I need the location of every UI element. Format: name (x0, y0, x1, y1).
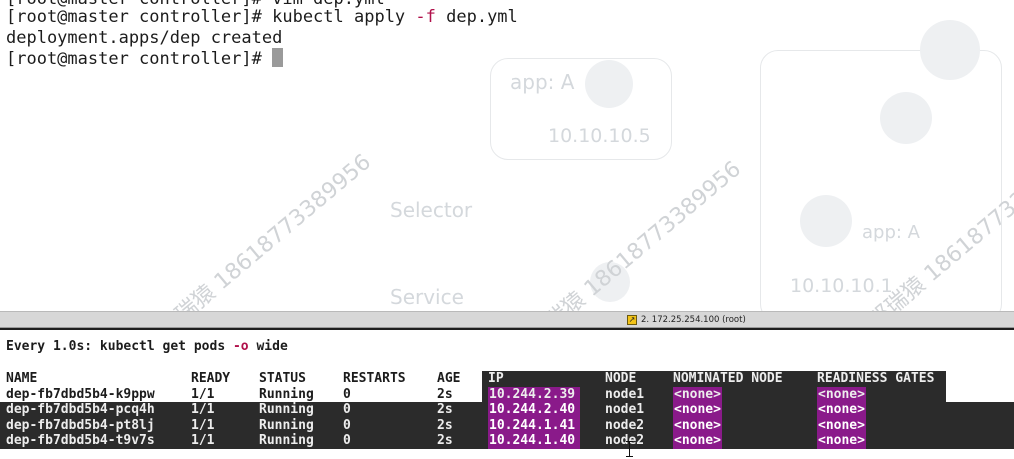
pod-nominated-node: <none> (673, 386, 722, 403)
table-header: NAME READY STATUS RESTARTS AGE IP NODE N… (0, 371, 1014, 387)
pod-name: dep-fb7dbd5b4-k9ppw (6, 386, 155, 402)
pod-ip: 10.244.2.39 (488, 386, 580, 403)
watch-flag: -o (232, 339, 249, 354)
pod-node: node1 (605, 402, 645, 418)
terminal-line-output: deployment.apps/dep created (6, 28, 283, 48)
prompt: [root@master controller]# (6, 7, 273, 27)
prompt: [root@master controller]# (6, 49, 273, 69)
session-tab[interactable]: ↗ 2. 172.25.254.100 (root) (627, 312, 746, 327)
terminal-line-apply: [root@master controller]# kubectl apply … (6, 6, 518, 28)
pod-ip: 10.244.1.40 (488, 433, 580, 449)
pod-readiness-gates: <none> (817, 433, 866, 449)
bg-label-service: Service (390, 285, 464, 309)
pod-age: 2s (437, 417, 453, 433)
watch-header: Every 1.0s: kubectl get pods -o wide (6, 339, 288, 354)
background-pod-icon (585, 60, 633, 108)
column-header-ip: IP (488, 371, 504, 386)
pod-node: node1 (605, 386, 645, 402)
pod-restarts: 0 (343, 433, 351, 449)
column-header-readiness-gates: READINESS GATES (817, 371, 935, 386)
pods-table: NAME READY STATUS RESTARTS AGE IP NODE N… (0, 371, 1014, 449)
pod-restarts: 0 (343, 386, 351, 402)
column-header-name: NAME (6, 371, 38, 386)
pod-readiness-gates: <none> (817, 417, 866, 434)
background-diagram-frame (760, 50, 1002, 311)
table-row: dep-fb7dbd5b4-pt8lj 1/1 Running 0 2s 10.… (0, 417, 1014, 434)
pod-ready: 1/1 (191, 433, 215, 449)
pod-readiness-gates: <none> (817, 386, 866, 403)
bg-label-app-a: app: A (510, 70, 575, 94)
command: kubectl apply (272, 7, 416, 27)
background-k8s-icon (920, 20, 980, 80)
session-label: 2. 172.25.254.100 (root) (641, 314, 746, 325)
pod-status: Running (259, 386, 314, 402)
terminal-line-prompt[interactable]: [root@master controller]# (6, 48, 284, 70)
pod-nominated-node: <none> (673, 402, 722, 418)
watermark-2: 邓瑞猿 18618773389956 (523, 156, 746, 311)
command-flag: -f (415, 7, 436, 27)
background-pod-icon-2 (800, 195, 852, 247)
column-header-ready: READY (191, 371, 231, 386)
pod-nominated-node: <none> (673, 417, 722, 434)
pod-restarts: 0 (343, 402, 351, 418)
pod-name: dep-fb7dbd5b4-pcq4h (6, 402, 155, 418)
pod-status: Running (259, 402, 314, 418)
terminal-session-icon: ↗ (627, 314, 637, 325)
column-header-status: STATUS (259, 371, 306, 386)
command-arg: dep.yml (435, 7, 518, 27)
pod-readiness-gates: <none> (817, 402, 866, 418)
watch-command: Every 1.0s: kubectl get pods (6, 339, 233, 354)
pod-status: Running (259, 417, 314, 433)
status-bar: ↗ 2. 172.25.254.100 (root) (0, 311, 1014, 328)
pod-age: 2s (437, 386, 453, 402)
pod-ready: 1/1 (191, 402, 215, 418)
background-service-icon (880, 92, 932, 144)
table-row: dep-fb7dbd5b4-k9ppw 1/1 Running 0 2s 10.… (0, 386, 1014, 403)
bg-label-ip-5: 10.10.10.5 (548, 125, 651, 147)
bg-label-app-a-2: app: A (862, 222, 920, 243)
terminal-window: app: A 10.10.10.5 Selector Service app: … (0, 0, 1014, 459)
column-header-age: AGE (437, 371, 461, 386)
pod-status: Running (259, 433, 314, 449)
pod-nominated-node: <none> (673, 433, 722, 449)
pod-restarts: 0 (343, 417, 351, 433)
pod-ip: 10.244.2.40 (488, 402, 580, 418)
table-row: dep-fb7dbd5b4-pcq4h 1/1 Running 0 2s 10.… (0, 402, 1014, 418)
pod-age: 2s (437, 433, 453, 449)
top-terminal-pane[interactable]: app: A 10.10.10.5 Selector Service app: … (0, 0, 1014, 311)
pod-age: 2s (437, 402, 453, 418)
pod-name: dep-fb7dbd5b4-t9v7s (6, 433, 155, 449)
pod-ip: 10.244.1.41 (488, 417, 580, 434)
bottom-terminal-pane[interactable]: Every 1.0s: kubectl get pods -o wide NAM… (0, 328, 1014, 459)
column-header-restarts: RESTARTS (343, 371, 406, 386)
terminal-cursor (272, 48, 284, 67)
text-cursor-icon (626, 441, 636, 457)
column-header-nominated-node: NOMINATED NODE (673, 371, 783, 386)
bg-label-selector: Selector (390, 198, 473, 222)
pod-name: dep-fb7dbd5b4-pt8lj (6, 417, 155, 433)
pod-node: node2 (605, 417, 645, 433)
watch-tail: wide (248, 339, 288, 354)
pod-ready: 1/1 (191, 417, 215, 433)
table-row: dep-fb7dbd5b4-t9v7s 1/1 Running 0 2s 10.… (0, 433, 1014, 449)
pod-ready: 1/1 (191, 386, 215, 402)
column-header-node: NODE (605, 371, 637, 386)
pod-node: node2 (605, 433, 645, 449)
watermark-1: 邓瑞猿 18618773389956 (153, 149, 376, 311)
